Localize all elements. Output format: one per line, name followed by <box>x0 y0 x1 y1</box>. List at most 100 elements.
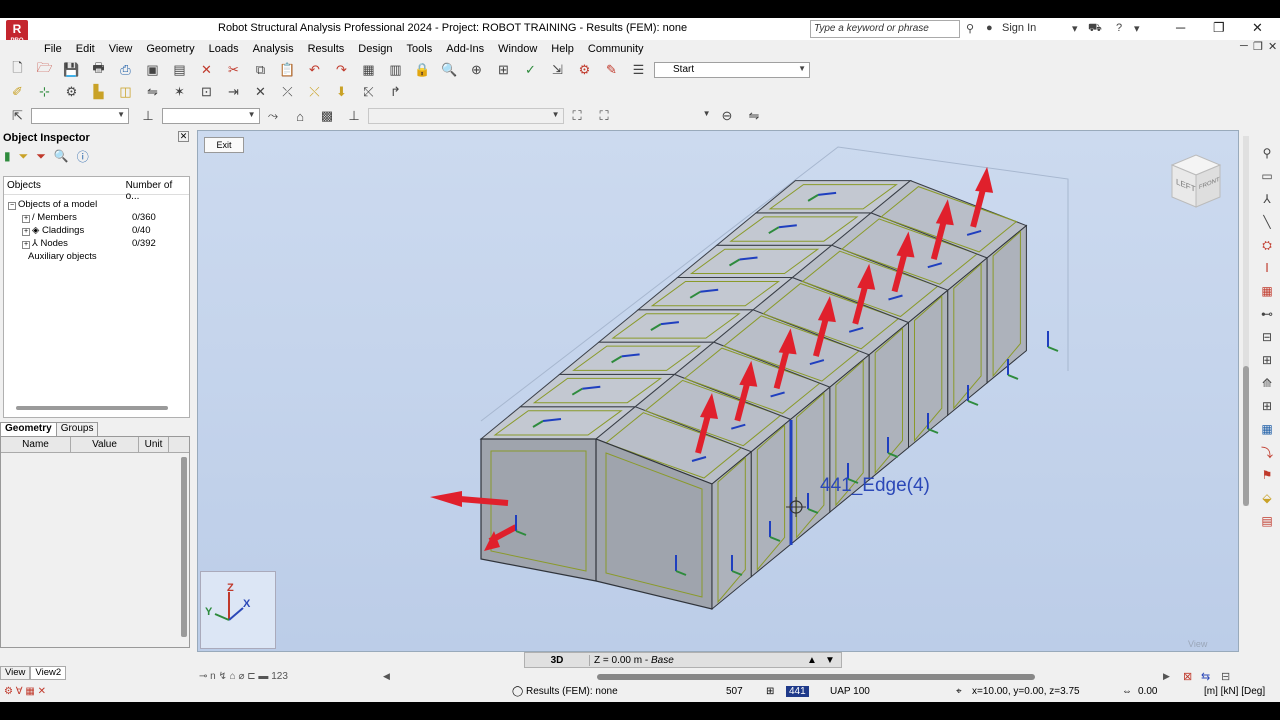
nodes-icon[interactable]: ⊹ <box>34 82 56 102</box>
tab-groups[interactable]: Groups <box>55 422 99 436</box>
dimension-icon[interactable]: ⇥ <box>223 82 245 102</box>
collapse-icon[interactable]: − <box>8 202 16 210</box>
help-icon[interactable]: ⓘ <box>77 148 89 165</box>
view-mode[interactable]: 3D <box>525 655 589 666</box>
trim-icon[interactable]: ⤪ <box>358 82 380 102</box>
help-icon[interactable]: ? <box>1116 22 1122 34</box>
mdi-restore-button[interactable]: ❐ <box>1253 40 1263 53</box>
selection-filter-icon[interactable]: ⇲ <box>547 60 569 80</box>
display-cases-icon[interactable]: ▩ <box>316 106 338 126</box>
level-down-icon[interactable]: ▼ <box>821 655 839 666</box>
case-list-icon[interactable]: ⤳ <box>262 106 284 126</box>
offset-tool-icon[interactable]: ⊟ <box>1258 328 1276 346</box>
tab-view2[interactable]: View2 <box>30 666 67 680</box>
col-number[interactable]: Number of o... <box>123 177 189 202</box>
menu-analysis[interactable]: Analysis <box>253 43 294 55</box>
section-cut-icon[interactable]: ⇋ <box>743 106 765 126</box>
minimize-button[interactable]: ─ <box>1176 20 1185 35</box>
help-search-input[interactable]: Type a keyword or phrase <box>810 20 960 38</box>
close-icon[interactable]: ✕ <box>178 131 189 142</box>
help-dropdown-icon[interactable]: ▾ <box>1134 22 1140 35</box>
redo-icon[interactable]: ↷ <box>331 60 353 80</box>
model-3d-view[interactable] <box>198 131 1239 652</box>
bars-icon[interactable]: ⚙ <box>61 82 83 102</box>
menu-results[interactable]: Results <box>308 43 345 55</box>
view-icon[interactable]: ⌂ <box>289 106 311 126</box>
level-selector[interactable]: Z = 0.00 m - Base <box>589 654 803 666</box>
display-icon[interactable]: ✓ <box>520 60 542 80</box>
layout-icon[interactable]: ☰ <box>628 60 650 80</box>
new-file-icon[interactable]: 🗋 <box>7 60 29 80</box>
frame-tool-icon[interactable]: ⊞ <box>1258 397 1276 415</box>
save-icon[interactable]: 💾 <box>61 60 83 80</box>
tree-root[interactable]: − Objects of a model <box>8 199 97 210</box>
loads-tool-icon[interactable]: ⛭ <box>1258 236 1276 254</box>
menu-community[interactable]: Community <box>588 43 644 55</box>
funnel-icon[interactable]: ⏷ <box>19 149 29 164</box>
restore-button[interactable]: ❐ <box>1213 20 1225 36</box>
tab-geometry[interactable]: Geometry <box>0 422 57 436</box>
release-tool-icon[interactable]: ⊷ <box>1258 305 1276 323</box>
structure-definition-icon[interactable]: ✐ <box>7 82 29 102</box>
tree-item-nodes[interactable]: + ⅄ Nodes <box>22 238 68 249</box>
menu-help[interactable]: Help <box>551 43 574 55</box>
col-value[interactable]: Value <box>71 437 139 452</box>
tab-view[interactable]: View <box>0 666 31 680</box>
table-tool-icon[interactable]: ▦ <box>1258 420 1276 438</box>
screen-capture-icon[interactable]: ▣ <box>142 60 164 80</box>
col-unit[interactable]: Unit <box>139 437 169 452</box>
line-tool-icon[interactable]: ╲ <box>1258 213 1276 231</box>
status-icons[interactable]: ⚙ ∀ ▦ ✕ <box>4 686 46 697</box>
select-icon[interactable]: ⇱ <box>7 106 29 126</box>
units-status[interactable]: [m] [kN] [Deg] <box>1204 686 1265 697</box>
delete-icon[interactable]: ✕ <box>196 60 218 80</box>
view-tools-icon-3[interactable]: ⊟ <box>1221 670 1230 683</box>
scroll-left-icon[interactable]: ◀ <box>383 671 390 682</box>
arc-icon[interactable]: ↱ <box>385 82 407 102</box>
expand-icon[interactable]: + <box>22 241 30 249</box>
clear-filter-icon[interactable]: ⏷ <box>36 149 46 164</box>
undo-icon[interactable]: ↶ <box>304 60 326 80</box>
col-name[interactable]: Name <box>1 437 71 452</box>
panel-tool-icon[interactable]: ⊞ <box>1258 351 1276 369</box>
scroll-thumb[interactable] <box>1243 366 1249 506</box>
copy-icon[interactable]: ⧉ <box>250 60 272 80</box>
section-tool-icon[interactable]: Ⅰ <box>1258 259 1276 277</box>
selection-combo[interactable]: ▼ <box>31 108 129 124</box>
view-tools-icon[interactable]: ⊠ <box>1183 670 1192 683</box>
search-icon[interactable]: 🔍 <box>54 149 69 163</box>
mdi-minimize-button[interactable]: ─ <box>1240 40 1248 52</box>
properties-scrollbar[interactable] <box>181 457 187 637</box>
horizontal-scrollbar[interactable] <box>597 674 1035 680</box>
settings-icon[interactable]: ⚙ <box>574 60 596 80</box>
calc-notes-icon[interactable]: ▤ <box>169 60 191 80</box>
case-icon[interactable]: ⊥ <box>137 106 159 126</box>
zoom-all-icon[interactable]: ⊞ <box>493 60 515 80</box>
mesh-tool-icon[interactable]: ⟰ <box>1258 374 1276 392</box>
paste-icon[interactable]: 📋 <box>277 60 299 80</box>
view-tools-icon-2[interactable]: ⇆ <box>1201 670 1210 683</box>
exit-button[interactable]: Exit <box>204 137 244 153</box>
cut-icon[interactable]: ✂ <box>223 60 245 80</box>
menu-file[interactable]: File <box>44 43 62 55</box>
case-manager-icon[interactable]: ⊥ <box>343 106 365 126</box>
sign-in-link[interactable]: Sign In <box>1002 22 1036 34</box>
frame-icon[interactable]: ⊡ <box>196 82 218 102</box>
binoculars-icon[interactable]: ⚲ <box>966 22 974 35</box>
level-up-icon[interactable]: ▲ <box>803 655 821 666</box>
model-viewport[interactable]: Exit LEFT FRONT Z X Y 441_Edge(4) View <box>197 130 1239 652</box>
open-icon[interactable]: 🗁 <box>34 60 56 80</box>
tree-item-claddings[interactable]: + ◈ Claddings <box>22 225 84 236</box>
tree-item-members[interactable]: + / Members <box>22 212 77 223</box>
lock-icon[interactable]: 🔒 <box>412 60 434 80</box>
menu-window[interactable]: Window <box>498 43 537 55</box>
extend-icon[interactable]: ⤬ <box>304 82 326 102</box>
print-icon[interactable]: 🖶 <box>88 60 110 80</box>
expand-icon[interactable]: + <box>22 215 30 223</box>
support-tool-icon[interactable]: ⅄ <box>1258 190 1276 208</box>
layout-select[interactable]: Start ▼ <box>654 62 810 78</box>
intersect-icon[interactable]: ✕ <box>250 82 272 102</box>
load-icon[interactable]: ⬇ <box>331 82 353 102</box>
menu-edit[interactable]: Edit <box>76 43 95 55</box>
chevron-down-icon[interactable]: ▾ <box>1072 22 1078 35</box>
